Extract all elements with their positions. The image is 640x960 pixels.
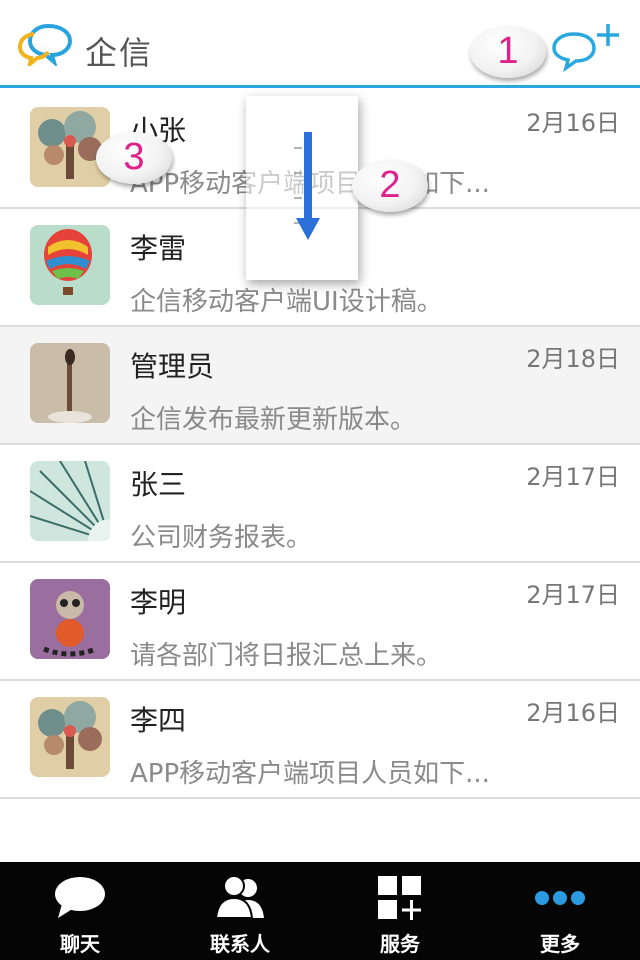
- conversation-preview: 公司财务报表。: [130, 523, 313, 553]
- chat-bubbles-logo-icon: [18, 23, 72, 66]
- conversation-date: 2月17日: [526, 463, 620, 491]
- services-grid-icon: [378, 876, 421, 920]
- tutorial-marker-3: 3: [96, 132, 172, 184]
- conversation-preview: APP移动客户端项目人员如下...: [130, 759, 490, 789]
- nav-label: 服务: [380, 932, 420, 956]
- conversation-date: 2月18日: [526, 345, 620, 373]
- avatar: [30, 579, 110, 659]
- nav-label: 更多: [540, 932, 580, 956]
- conversation-name: 李雷: [130, 232, 187, 265]
- conversation-name: 李四: [130, 704, 187, 737]
- conversation-preview: 请各部门将日报汇总上来。: [130, 641, 443, 671]
- chat-bubble-icon: [55, 877, 105, 918]
- bottom-nav: 聊天 联系人 服务 更多: [0, 862, 640, 960]
- conversation-preview: 企信发布最新更新版本。: [130, 405, 417, 435]
- conversation-row[interactable]: 管理员 2月18日 企信发布最新更新版本。: [0, 327, 640, 445]
- conversation-name: 管理员: [130, 350, 215, 383]
- nav-label: 聊天: [60, 932, 100, 956]
- conversation-date: 2月16日: [526, 699, 620, 727]
- nav-services[interactable]: 服务: [320, 862, 480, 960]
- down-arrow-icon: [294, 132, 320, 240]
- conversation-row[interactable]: 李四 2月16日 APP移动客户端项目人员如下...: [0, 681, 640, 799]
- conversation-preview: 企信移动客户端UI设计稿。: [130, 287, 443, 317]
- tutorial-marker-1: 1: [470, 26, 546, 78]
- tutorial-marker-2: 2: [352, 160, 428, 212]
- nav-label: 联系人: [210, 932, 270, 956]
- avatar: [30, 461, 110, 541]
- conversation-date: 2月16日: [526, 109, 620, 137]
- add-chat-button[interactable]: [548, 22, 624, 72]
- conversation-row[interactable]: 张三 2月17日 公司财务报表。: [0, 445, 640, 563]
- nav-more[interactable]: 更多: [480, 862, 640, 960]
- avatar: [30, 225, 110, 305]
- avatar: [30, 697, 110, 777]
- conversation-name: 李明: [130, 586, 187, 619]
- conversation-name: 张三: [130, 468, 187, 501]
- more-dots-icon: [535, 891, 585, 905]
- avatar: [30, 343, 110, 423]
- nav-contacts[interactable]: 联系人: [160, 862, 320, 960]
- conversation-date: 2月17日: [526, 581, 620, 609]
- app-title: 企信: [85, 34, 154, 72]
- conversation-row[interactable]: 李明 2月17日 请各部门将日报汇总上来。: [0, 563, 640, 681]
- contacts-icon: [214, 875, 264, 919]
- nav-chat[interactable]: 聊天: [0, 862, 160, 960]
